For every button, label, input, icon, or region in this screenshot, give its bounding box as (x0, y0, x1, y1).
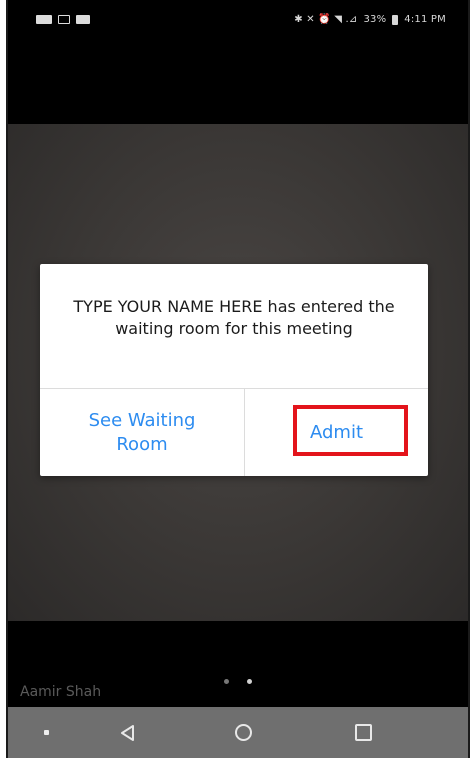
status-right-indicators: ✱ ✕ ⏰ ◥ .⊿ 33% 4:11 PM (294, 14, 446, 25)
see-waiting-room-label: See Waiting Room (88, 409, 196, 455)
home-circle-icon (234, 724, 252, 741)
participant-name-label: Aamir Shah (20, 684, 102, 700)
nav-dot-button[interactable] (16, 707, 76, 758)
status-left-icons (36, 15, 90, 24)
page-dot-active[interactable] (247, 679, 252, 684)
dialog-message: TYPE YOUR NAME HERE has entered the wait… (73, 297, 395, 338)
page-dot[interactable] (224, 679, 229, 684)
nav-back-button[interactable] (98, 707, 158, 758)
admit-label: Admit (309, 421, 363, 443)
back-triangle-icon (121, 724, 134, 741)
android-nav-bar (8, 707, 468, 758)
battery-percent: 33% (363, 14, 387, 25)
mail-icon (58, 15, 70, 24)
dot-icon (43, 730, 49, 735)
phone-screen: ✱ ✕ ⏰ ◥ .⊿ 33% 4:11 PM Aamir Shah TYPE Y… (6, 0, 470, 758)
page-indicator (8, 679, 468, 684)
battery-icon (392, 14, 399, 25)
waiting-room-dialog: TYPE YOUR NAME HERE has entered the wait… (40, 264, 428, 476)
see-waiting-room-button[interactable]: See Waiting Room (40, 389, 244, 476)
nav-recents-button[interactable] (333, 707, 393, 758)
admit-button[interactable]: Admit (245, 389, 428, 476)
recents-square-icon (354, 724, 372, 741)
status-bar: ✱ ✕ ⏰ ◥ .⊿ 33% 4:11 PM (8, 0, 468, 46)
video-icon (76, 15, 90, 24)
nav-home-button[interactable] (213, 707, 273, 758)
message-icon (36, 15, 52, 24)
status-indicator-icons: ✱ ✕ ⏰ ◥ .⊿ (294, 14, 358, 25)
clock: 4:11 PM (404, 14, 446, 25)
top-black-band (8, 46, 468, 124)
